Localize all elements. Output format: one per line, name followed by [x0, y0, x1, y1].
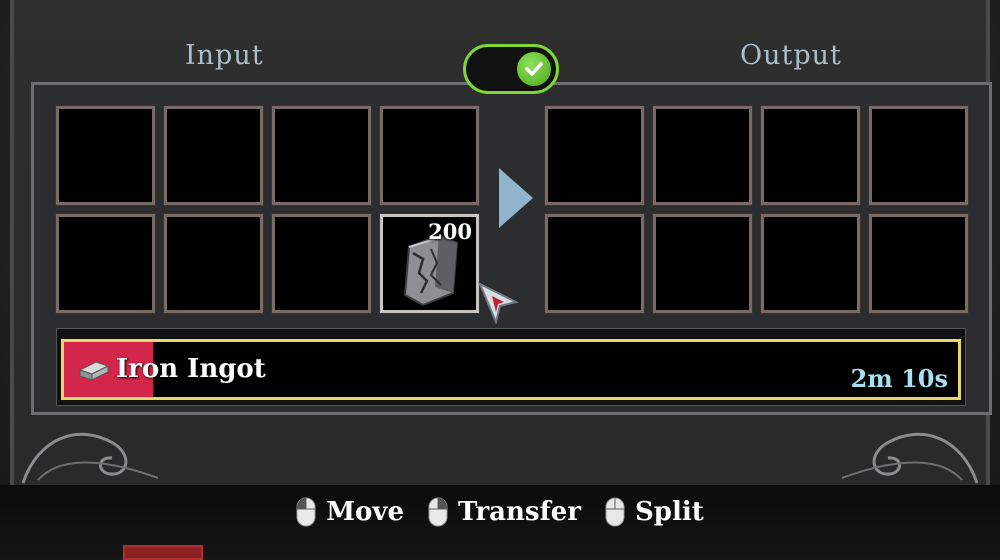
output-slot[interactable]: [652, 213, 753, 314]
input-slot[interactable]: [163, 213, 264, 314]
hint-transfer: Transfer: [428, 497, 581, 527]
hint-split: Split: [605, 497, 704, 527]
stack-count: 200: [428, 219, 472, 244]
hint-label: Transfer: [458, 497, 581, 527]
input-slot[interactable]: [55, 213, 156, 314]
mouse-left-icon: [296, 497, 316, 527]
progress-container: Iron Ingot 2m 10s: [56, 328, 966, 406]
control-hints: Move Transfer Split: [0, 497, 1000, 527]
output-slot[interactable]: [760, 105, 861, 206]
hint-label: Split: [635, 497, 704, 527]
output-slot[interactable]: [868, 213, 969, 314]
input-slot[interactable]: [271, 213, 372, 314]
input-slot[interactable]: [379, 105, 480, 206]
crafting-progress-bar: Iron Ingot 2m 10s: [61, 339, 961, 400]
output-slot[interactable]: [760, 213, 861, 314]
input-slot[interactable]: [271, 105, 372, 206]
ornament-icon: [841, 432, 979, 484]
checkmark-icon: [517, 52, 551, 86]
iron-ingot-icon: [78, 361, 110, 381]
hotbar-item[interactable]: [123, 545, 203, 560]
ornament-icon: [21, 432, 159, 484]
input-label: Input: [185, 40, 264, 71]
output-label: Output: [740, 40, 842, 71]
processing-toggle[interactable]: [463, 44, 559, 94]
input-slot[interactable]: [55, 105, 156, 206]
input-slot[interactable]: [163, 105, 264, 206]
mouse-icon: [605, 497, 625, 527]
crafting-item-label: Iron Ingot: [116, 354, 266, 384]
output-slot[interactable]: [544, 213, 645, 314]
process-arrow-icon: [499, 168, 533, 228]
output-slot[interactable]: [652, 105, 753, 206]
mouse-right-icon: [428, 497, 448, 527]
time-remaining: 2m 10s: [850, 364, 948, 393]
output-slot[interactable]: [544, 105, 645, 206]
hint-label: Move: [326, 497, 405, 527]
output-slot[interactable]: [868, 105, 969, 206]
hint-move: Move: [296, 497, 404, 527]
cursor-icon: [478, 282, 519, 324]
input-slot-iron-ore[interactable]: 200: [379, 213, 480, 314]
